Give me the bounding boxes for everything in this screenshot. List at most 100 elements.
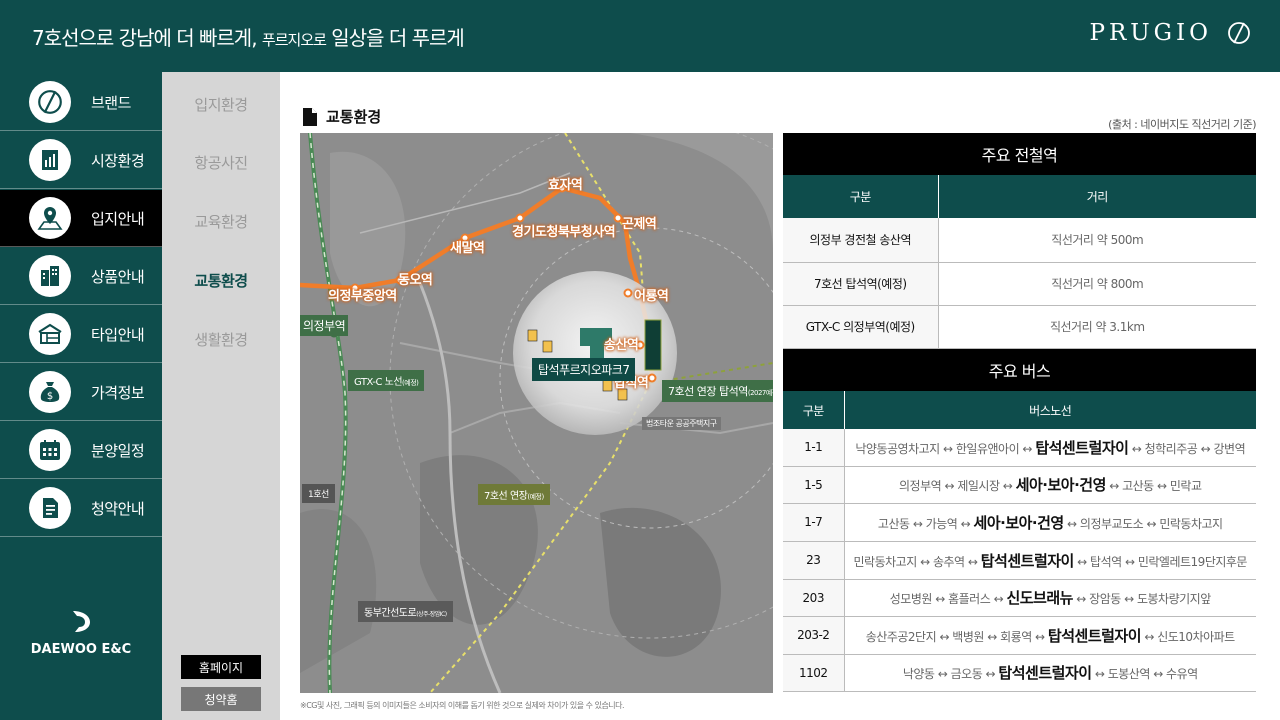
- rail-table-title: 주요 전철역: [783, 133, 1256, 175]
- rail-station: GTX-C 의정부역(예정): [783, 305, 939, 349]
- table-row: 1-5 의정부역 ↔ 제일시장 ↔ 세아·보아·건영 ↔ 고산동 ↔ 민락교: [783, 466, 1256, 504]
- bus-col-category: 구분: [783, 391, 845, 429]
- table-row: 1-1 낙양동공영차고지 ↔ 한일유앤아이 ↔ 탑석센트럴자이 ↔ 청학리주공 ↔…: [783, 429, 1256, 467]
- source-note: (출처 : 네이버지도 직선거리 기준): [1108, 118, 1256, 131]
- homepage-button[interactable]: 홈페이지: [181, 655, 261, 679]
- subnav-item-transport[interactable]: 교통환경: [162, 270, 280, 291]
- prugio-logo[interactable]: PRUGIO: [1090, 20, 1253, 46]
- bus-route: 성모병원 ↔ 홈플러스 ↔ 신도브래뉴 ↔ 장암동 ↔ 도봉차량기지앞: [844, 579, 1256, 617]
- rail-col-distance: 거리: [938, 175, 1256, 218]
- money-bag-icon: $: [29, 371, 71, 413]
- top-header: 7호선으로 강남에 더 빠르게, 푸르지오로 일상을 더 푸르게 PRUGIO: [0, 0, 1280, 72]
- bus-number: 203-2: [783, 616, 845, 655]
- table-row: 1102 낙양동 ↔ 금오동 ↔ 탑석센트럴자이 ↔ 도봉산역 ↔ 수유역: [783, 654, 1256, 692]
- station-eoryong: 어룡역: [634, 289, 669, 304]
- gtx-c-label: GTX-C 노선(예정): [348, 370, 425, 391]
- sidebar-item-label: 분양일정: [91, 441, 145, 460]
- table-row: 의정부 경전철 송산역 직선거리 약 500m: [783, 218, 1256, 263]
- disclaimer-note: ※CG및 사진, 그래픽 등의 이미지들은 소비자의 이해를 돕기 위한 것으로…: [300, 701, 625, 710]
- line7-extension-label: 7호선 연장(예정): [478, 484, 550, 505]
- subnav-item-living[interactable]: 생활환경: [162, 329, 280, 350]
- bus-table: 구분 버스노선 1-1 낙양동공영차고지 ↔ 한일유앤아이 ↔ 탑석센트럴자이 ↔ …: [783, 391, 1256, 692]
- sidebar-item-location[interactable]: 입지안내: [0, 190, 162, 247]
- bus-route: 의정부역 ↔ 제일시장 ↔ 세아·보아·건영 ↔ 고산동 ↔ 민락교: [844, 466, 1256, 504]
- daewoo-symbol-icon: [73, 611, 90, 632]
- sidebar-item-label: 타입안내: [91, 325, 145, 344]
- header-title: 7호선으로 강남에 더 빠르게, 푸르지오로 일상을 더 푸르게: [32, 26, 465, 50]
- sidebar-item-label: 청약안내: [91, 499, 145, 518]
- rail-station: 의정부 경전철 송산역: [783, 218, 939, 263]
- sidebar-item-subscription[interactable]: 청약안내: [0, 480, 162, 537]
- bus-route: 낙양동 ↔ 금오동 ↔ 탑석센트럴자이 ↔ 도봉산역 ↔ 수유역: [844, 654, 1256, 692]
- table-row: 203 성모병원 ↔ 홈플러스 ↔ 신도브래뉴 ↔ 장암동 ↔ 도봉차량기지앞: [783, 579, 1256, 617]
- bus-col-route: 버스노선: [844, 391, 1256, 429]
- station-dongo: 동오역: [398, 273, 433, 288]
- brand-icon: [29, 81, 71, 123]
- district-label: 법조타운 공공주택지구: [642, 417, 721, 430]
- main-content: 교통환경 (출처 : 네이버지도 직선거리 기준) 효자역 경기도청북부청사역 …: [280, 72, 1280, 720]
- sub-navigation: 입지환경 항공사진 교육환경 교통환경 생활환경 홈페이지 청약홈: [162, 72, 280, 720]
- bus-number: 1-5: [783, 466, 845, 504]
- sidebar-item-price[interactable]: $ 가격정보: [0, 364, 162, 421]
- station-gonje: 곤제역: [622, 217, 657, 232]
- rail-table: 구분 거리 의정부 경전철 송산역 직선거리 약 500m 7호선 탑석역(예정) 직…: [783, 175, 1256, 349]
- location-map-icon: [29, 197, 71, 239]
- rail-distance: 직선거리 약 3.1km: [938, 305, 1256, 349]
- station-songsan: 송산역: [604, 338, 639, 353]
- document-icon: [303, 107, 317, 126]
- rail-distance: 직선거리 약 500m: [938, 218, 1256, 263]
- subnav-item-location-env[interactable]: 입지환경: [162, 94, 280, 115]
- bus-route: 고산동 ↔ 가능역 ↔ 세아·보아·건영 ↔ 의정부교도소 ↔ 민락동차고지: [844, 503, 1256, 542]
- subnav-item-aerial-photo[interactable]: 항공사진: [162, 152, 280, 173]
- calendar-icon: [29, 429, 71, 471]
- floorplan-icon: [29, 313, 71, 355]
- bus-number: 1-1: [783, 429, 845, 467]
- bus-number: 203: [783, 579, 845, 617]
- sidebar-item-label: 상품안내: [91, 267, 145, 286]
- sidebar-item-product[interactable]: 상품안내: [0, 248, 162, 305]
- station-saemal: 새말역: [450, 241, 485, 256]
- bus-number: 23: [783, 541, 845, 580]
- sidebar-item-market[interactable]: 시장환경: [0, 132, 162, 189]
- bus-number: 1102: [783, 654, 845, 692]
- bus-route: 민락동차고지 ↔ 송추역 ↔ 탑석센트럴자이 ↔ 탑석역 ↔ 민락엘레트19단지…: [844, 541, 1256, 580]
- svg-text:$: $: [47, 391, 53, 402]
- rail-distance: 직선거리 약 800m: [938, 262, 1256, 306]
- station-hyoja: 효자역: [548, 178, 583, 193]
- daewoo-brand-text: DAEWOO E&C: [30, 642, 132, 657]
- transport-map[interactable]: 효자역 경기도청북부청사역 곤제역 새말역 동오역 의정부중앙역 어룡역 송산역…: [300, 133, 773, 693]
- rail-station: 7호선 탑석역(예정): [783, 262, 939, 306]
- prugio-symbol-icon: [1228, 22, 1250, 44]
- station-uijeongbu-central: 의정부중앙역: [328, 289, 397, 304]
- document-icon: [29, 487, 71, 529]
- subnav-item-education[interactable]: 교육환경: [162, 211, 280, 232]
- line7-extension-tapseok-label: 7호선 연장 탑석역(2027예정): [662, 380, 773, 402]
- sidebar-item-schedule[interactable]: 분양일정: [0, 422, 162, 479]
- table-row: GTX-C 의정부역(예정) 직선거리 약 3.1km: [783, 305, 1256, 349]
- table-row: 1-7 고산동 ↔ 가능역 ↔ 세아·보아·건영 ↔ 의정부교도소 ↔ 민락동차고…: [783, 503, 1256, 542]
- sidebar-item-type[interactable]: 타입안내: [0, 306, 162, 363]
- bus-table-title: 주요 버스: [783, 349, 1256, 391]
- bus-number: 1-7: [783, 503, 845, 542]
- section-title: 교통환경: [302, 106, 381, 127]
- daewoo-logo: DAEWOO E&C: [0, 608, 162, 657]
- sidebar-item-label: 시장환경: [91, 151, 145, 170]
- table-row: 203-2 송산주공2단지 ↔ 백병원 ↔ 회룡역 ↔ 탑석센트럴자이 ↔ 신도1…: [783, 616, 1256, 655]
- bus-route: 낙양동공영차고지 ↔ 한일유앤아이 ↔ 탑석센트럴자이 ↔ 청학리주공 ↔ 강변…: [844, 429, 1256, 467]
- main-sidebar: 브랜드 시장환경 입지안내 상품안내 타입안내 $ 가격정보 분양일정 청약안내…: [0, 72, 162, 720]
- station-uijeongbu: 의정부역: [300, 315, 349, 336]
- sidebar-item-brand[interactable]: 브랜드: [0, 74, 162, 131]
- sidebar-item-label: 브랜드: [91, 93, 131, 112]
- table-row: 7호선 탑석역(예정) 직선거리 약 800m: [783, 262, 1256, 306]
- building-icon: [29, 255, 71, 297]
- subscription-home-button[interactable]: 청약홈: [181, 687, 261, 711]
- bus-route: 송산주공2단지 ↔ 백병원 ↔ 회룡역 ↔ 탑석센트럴자이 ↔ 신도10차아파트: [844, 616, 1256, 655]
- rail-col-category: 구분: [783, 175, 939, 218]
- sidebar-item-label: 가격정보: [91, 383, 145, 402]
- line1-label: 1호선: [302, 484, 335, 503]
- complex-label: 탑석푸르지오파크7: [532, 358, 636, 381]
- station-gyeonggi-north: 경기도청북부청사역: [512, 225, 616, 240]
- sidebar-item-label: 입지안내: [91, 209, 145, 228]
- table-row: 23 민락동차고지 ↔ 송추역 ↔ 탑석센트럴자이 ↔ 탑석역 ↔ 민락엘레트19…: [783, 541, 1256, 580]
- market-chart-icon: [29, 139, 71, 181]
